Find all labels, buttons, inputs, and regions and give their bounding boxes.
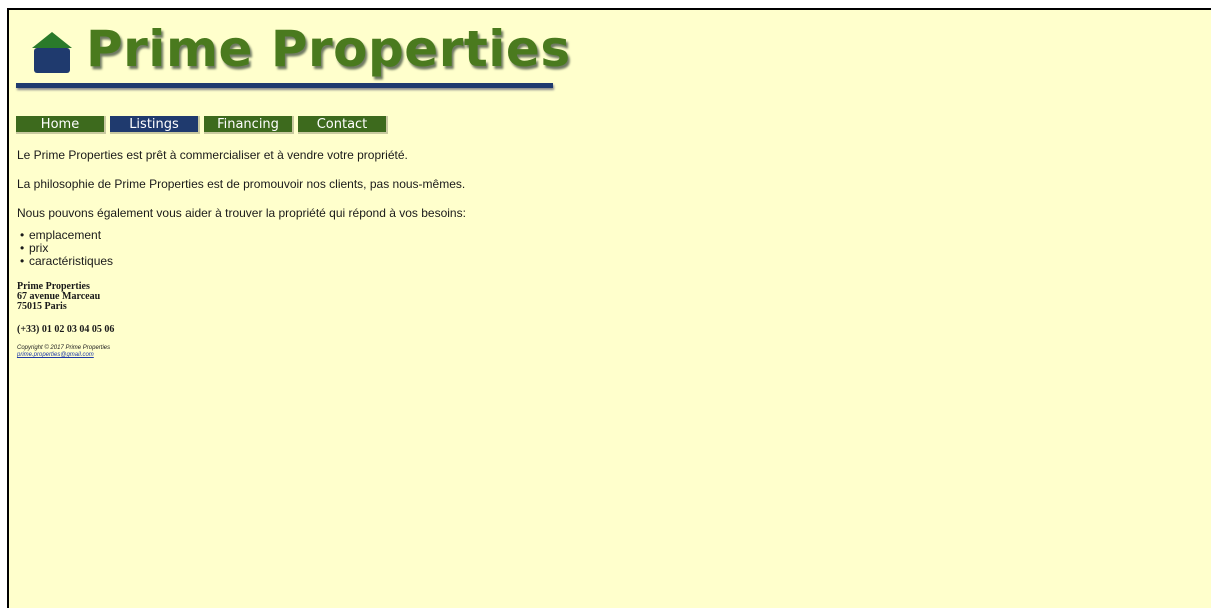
main-nav: Home Listings Financing Contact (16, 116, 388, 134)
main-content: Le Prime Properties est prêt à commercia… (17, 147, 717, 359)
company-name: Prime Properties (17, 281, 90, 292)
address-block: Prime Properties 67 avenue Marceau 75015… (17, 282, 717, 312)
page-frame: Prime Properties Home Listings Financing… (7, 8, 1211, 608)
street-address: 67 avenue Marceau (17, 291, 101, 302)
criteria-list: emplacement prix caractéristiques (17, 229, 717, 269)
house-icon (32, 32, 72, 73)
list-item: caractéristiques (17, 255, 717, 269)
email-link[interactable]: prime.properties@gmail.com (17, 352, 94, 358)
help-paragraph: Nous pouvons également vous aider à trou… (17, 206, 466, 220)
intro-paragraph: Le Prime Properties est prêt à commercia… (17, 148, 408, 162)
philosophy-paragraph: La philosophie de Prime Properties est d… (17, 177, 466, 191)
nav-financing[interactable]: Financing (204, 116, 294, 134)
copyright-text: Copyright © 2017 Prime Properties (17, 345, 111, 351)
nav-contact[interactable]: Contact (298, 116, 388, 134)
site-logo[interactable]: Prime Properties (16, 20, 570, 94)
site-title: Prime Properties (86, 20, 571, 78)
logo-underline (16, 83, 553, 88)
city-address: 75015 Paris (17, 301, 67, 312)
phone-number: (+33) 01 02 03 04 05 06 (17, 324, 115, 335)
list-item: prix (17, 242, 717, 256)
nav-home[interactable]: Home (16, 116, 106, 134)
footer: Copyright © 2017 Prime Properties prime.… (17, 345, 717, 359)
nav-listings[interactable]: Listings (110, 116, 200, 134)
list-item: emplacement (17, 229, 717, 243)
